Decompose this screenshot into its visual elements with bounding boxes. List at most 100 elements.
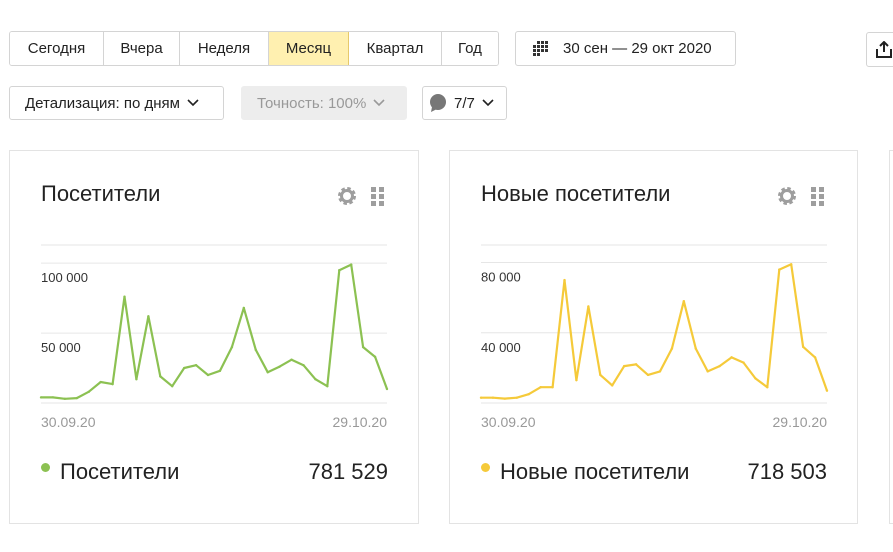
y-tick-label: 100 000 xyxy=(41,270,88,285)
data-point xyxy=(801,345,805,349)
x-tick-label: 30.09.20 xyxy=(481,414,536,430)
data-point xyxy=(302,364,305,367)
visitors-total: 781 529 xyxy=(308,459,388,484)
x-tick-label: 29.10.20 xyxy=(773,414,828,430)
data-point xyxy=(147,315,150,318)
data-point xyxy=(611,384,614,387)
period-quarter-button[interactable]: Квартал xyxy=(349,32,442,65)
next-widget-edge xyxy=(889,150,893,524)
y-tick-label: 40 000 xyxy=(481,340,521,355)
data-point xyxy=(314,378,317,381)
legend-dot xyxy=(481,463,490,472)
y-tick-label: 50 000 xyxy=(41,340,81,355)
period-week-button[interactable]: Неделя xyxy=(180,32,269,65)
data-point xyxy=(551,386,554,389)
y-tick-label: 80 000 xyxy=(481,270,521,285)
comments-select[interactable]: 7/7 xyxy=(422,86,507,120)
series-line xyxy=(41,263,389,400)
data-point xyxy=(825,389,829,392)
date-range-button[interactable]: 30 сен — 29 окт 2020 xyxy=(515,31,736,66)
detail-select-label: Детализация: по дням xyxy=(25,94,180,112)
data-point xyxy=(766,386,769,389)
data-point xyxy=(218,369,222,373)
data-point xyxy=(182,366,186,370)
series-line xyxy=(481,263,829,400)
data-point xyxy=(790,263,793,266)
data-point xyxy=(159,375,162,378)
data-point xyxy=(622,364,626,368)
new-visitors-widget: Новые посетители 80 000 40 000 30.09.20 29.… xyxy=(449,150,858,524)
accuracy-select[interactable]: Точность: 100% xyxy=(241,86,407,120)
data-point xyxy=(575,378,578,382)
data-point xyxy=(111,382,114,386)
chevron-down-icon xyxy=(373,99,385,107)
data-point xyxy=(290,358,293,361)
legend-label: Новые посетители xyxy=(500,459,690,484)
data-point xyxy=(742,361,745,364)
data-point xyxy=(479,396,483,399)
data-point xyxy=(350,263,353,266)
accuracy-select-label: Точность: 100% xyxy=(257,94,367,112)
x-tick-label: 30.09.20 xyxy=(41,414,96,430)
chevron-down-icon xyxy=(482,99,494,107)
visitors-widget: Посетители 100 000 50 000 30.09.20 29.10.20… xyxy=(9,150,419,524)
period-yesterday-button[interactable]: Вчера xyxy=(104,32,180,65)
data-point xyxy=(361,345,365,349)
data-point xyxy=(171,385,174,388)
data-point xyxy=(634,363,638,366)
period-month-button[interactable]: Месяц xyxy=(269,32,349,65)
data-point xyxy=(39,396,43,399)
data-point xyxy=(599,373,602,377)
data-point xyxy=(670,347,674,350)
data-point xyxy=(706,370,709,373)
data-point xyxy=(63,397,67,401)
date-range-label: 30 сен — 29 окт 2020 xyxy=(563,40,712,57)
data-point xyxy=(135,378,138,381)
period-selector: Сегодня Вчера Неделя Месяц Квартал Год xyxy=(9,31,499,66)
legend-label: Посетители xyxy=(60,459,180,484)
data-point xyxy=(718,364,721,368)
data-point xyxy=(754,377,757,380)
data-point xyxy=(730,356,733,359)
period-year-button[interactable]: Год xyxy=(442,32,498,65)
data-point xyxy=(491,396,495,399)
data-point xyxy=(99,380,102,384)
new-visitors-total: 718 503 xyxy=(747,459,827,484)
data-point xyxy=(503,397,507,400)
data-point xyxy=(694,347,697,350)
data-point xyxy=(206,373,210,377)
data-point xyxy=(338,268,341,272)
data-point xyxy=(278,365,281,368)
data-point xyxy=(87,390,90,394)
new-visitors-chart: 80 000 40 000 30.09.20 29.10.20 xyxy=(479,244,829,430)
comments-select-label: 7/7 xyxy=(454,94,475,112)
export-icon xyxy=(876,41,892,58)
data-point xyxy=(75,396,78,400)
detail-select[interactable]: Детализация: по дням xyxy=(9,86,224,120)
comment-icon xyxy=(428,93,448,113)
data-point xyxy=(326,385,329,388)
data-point xyxy=(813,356,817,359)
data-point xyxy=(373,355,377,359)
export-button[interactable] xyxy=(866,32,893,67)
data-point xyxy=(646,373,650,377)
data-point xyxy=(51,396,55,399)
period-today-button[interactable]: Сегодня xyxy=(10,32,104,65)
data-point xyxy=(682,299,686,303)
data-point xyxy=(658,370,662,373)
data-point xyxy=(266,371,269,374)
data-point xyxy=(230,345,234,349)
legend-dot xyxy=(41,463,50,472)
chevron-down-icon xyxy=(187,99,199,107)
x-tick-label: 29.10.20 xyxy=(333,414,388,430)
visitors-chart: 100 000 50 000 30.09.20 29.10.20 xyxy=(39,244,389,430)
data-point xyxy=(539,386,542,389)
data-point xyxy=(254,348,257,352)
data-point xyxy=(587,305,590,308)
data-point xyxy=(563,278,566,282)
data-point xyxy=(194,364,198,367)
data-point xyxy=(515,396,518,399)
data-point xyxy=(778,268,781,271)
data-point xyxy=(242,306,246,310)
data-point xyxy=(527,393,530,396)
